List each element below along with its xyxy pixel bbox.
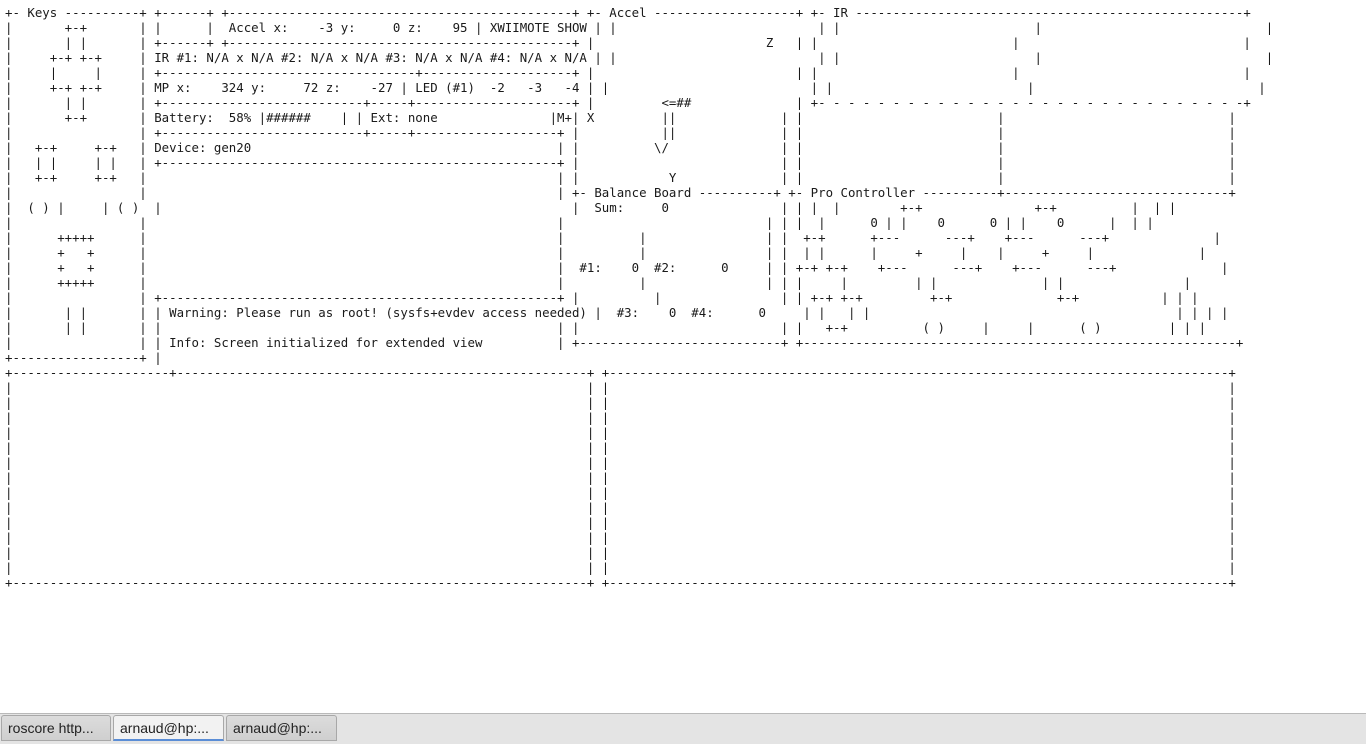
terminal-line: | | | | <box>5 500 1236 515</box>
terminal-line: | | | | <box>5 485 1236 500</box>
terminal-line: | | | | | | | 0 | | 0 0 | | 0 | | | <box>5 215 1154 230</box>
terminal-line: +---------------------------------------… <box>5 575 1236 590</box>
terminal-line: | | | | <box>5 440 1236 455</box>
terminal-line: | | | +- Balance Board ----------+ +- Pr… <box>5 185 1236 200</box>
terminal-line: | | | | +---------------------------+---… <box>5 95 1251 110</box>
terminal-line: | +-+ +-+ | MP x: 324 y: 72 z: -27 | LED… <box>5 80 1266 95</box>
terminal-line: | | | Info: Screen initialized for exten… <box>5 335 1244 350</box>
terminal-line: | +++++ | | | | | +-+ +--- ---+ +--- ---… <box>5 230 1221 245</box>
terminal-line: | | | | <box>5 560 1236 575</box>
terminal-line: | | | | | | | | | +-+ ( ) | | ( ) | | | <box>5 320 1207 335</box>
terminal-screen[interactable]: +- Keys ----------+ +------+ +----------… <box>5 5 1273 590</box>
terminal-line: | +-+ | | | Accel x: -3 y: 0 z: 95 | XWI… <box>5 20 1274 35</box>
terminal-line: +---------------------+-----------------… <box>5 365 1236 380</box>
terminal-line: | +-+ +-+ | IR #1: N/A x N/A #2: N/A x N… <box>5 50 1274 65</box>
terminal-line: | + + | | #1: 0 #2: 0 | | +-+ +-+ +--- -… <box>5 260 1229 275</box>
terminal-line: | | | | <box>5 380 1236 395</box>
terminal-line: | + + | | | | | | | | + | | + | | <box>5 245 1207 260</box>
terminal-line: | | | | <box>5 395 1236 410</box>
terminal-line: | +++++ | | | | | | | | | | | | <box>5 275 1192 290</box>
terminal-line: +- Keys ----------+ +------+ +----------… <box>5 5 1251 20</box>
tab-arnaud-2[interactable]: arnaud@hp:... <box>226 715 337 741</box>
terminal-line: | | | | <box>5 515 1236 530</box>
terminal-line: | | +---------------------------+-----+-… <box>5 125 1236 140</box>
tab-arnaud-1[interactable]: arnaud@hp:... <box>113 715 224 741</box>
terminal-line: +-----------------+ | <box>5 350 162 365</box>
terminal-line: | | | | | Warning: Please run as root! (… <box>5 305 1229 320</box>
terminal-line: | | | | <box>5 425 1236 440</box>
terminal-line: | | | | +------+ +----------------------… <box>5 35 1251 50</box>
terminal-line: | | | | +-------------------------------… <box>5 65 1251 80</box>
terminal-line: | | | | | | +---------------------------… <box>5 155 1236 170</box>
terminal-line: | +-+ +-+ | | | Y | | | | <box>5 170 1236 185</box>
tab-roscore[interactable]: roscore http... <box>1 715 111 741</box>
terminal-line: | | +-----------------------------------… <box>5 290 1199 305</box>
terminal-tab-bar: roscore http... arnaud@hp:... arnaud@hp:… <box>0 714 1366 744</box>
terminal-line: | | | | <box>5 470 1236 485</box>
terminal-line: | | | | <box>5 545 1236 560</box>
terminal-line: | | | | <box>5 410 1236 425</box>
terminal-line: | ( ) | | ( ) | | Sum: 0 | | | | +-+ +-+… <box>5 200 1177 215</box>
terminal-line: | +-+ | Battery: 58% |###### | | Ext: no… <box>5 110 1236 125</box>
terminal-line: | | | | <box>5 530 1236 545</box>
terminal-line: | | | | <box>5 455 1236 470</box>
terminal-window[interactable]: +- Keys ----------+ +------+ +----------… <box>0 0 1366 714</box>
terminal-line: | +-+ +-+ | Device: gen20 | | \/ | | | | <box>5 140 1236 155</box>
